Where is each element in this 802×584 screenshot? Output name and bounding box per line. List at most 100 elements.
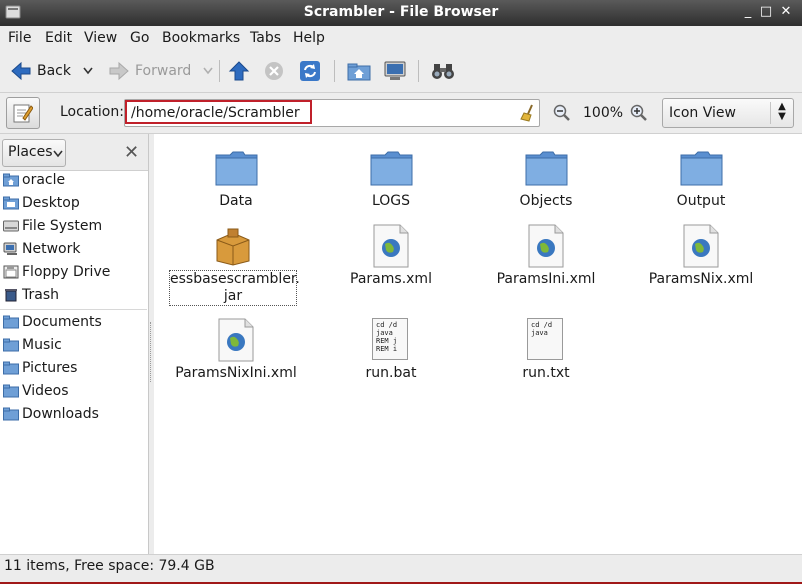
trash-icon <box>5 289 17 302</box>
desktop-folder-icon <box>3 196 19 210</box>
home-folder-icon <box>3 173 19 187</box>
title-bar: Scrambler - File Browser _ □ ✕ <box>0 0 802 26</box>
sidebar-item-documents[interactable]: Documents <box>0 312 147 334</box>
up-arrow-icon <box>228 61 250 81</box>
file-name: run.bat <box>365 365 417 381</box>
file-name: LOGS <box>371 193 411 209</box>
sidebar-item-file-system[interactable]: File System <box>0 216 147 238</box>
icon-view[interactable]: Data LOGS Objects Output essbasescramble… <box>154 134 802 554</box>
view-mode-select[interactable]: Icon View ▲ ▼ <box>662 98 794 128</box>
sidebar-item-label: Documents <box>22 314 102 330</box>
location-bar: Location: /home/oracle/Scrambler 100% Ic… <box>0 93 802 134</box>
folder-icon <box>3 407 19 421</box>
sidebar-item-label: Videos <box>22 383 69 399</box>
sidebar-item-pictures[interactable]: Pictures <box>0 358 147 380</box>
menu-bookmarks[interactable]: Bookmarks <box>162 30 240 46</box>
file-name: essbasescrambler. jar <box>169 270 300 306</box>
sidebar-item-label: Music <box>22 337 62 353</box>
menu-help[interactable]: Help <box>293 30 325 46</box>
sidebar-header: Places ✕ <box>0 134 148 171</box>
sidebar-item-downloads[interactable]: Downloads <box>0 404 147 426</box>
view-mode-value: Icon View <box>669 105 736 121</box>
menu-bar: File Edit View Go Bookmarks Tabs Help <box>0 26 802 50</box>
forward-label: Forward <box>135 63 192 79</box>
close-window-button[interactable]: ✕ <box>777 3 795 21</box>
file-name: Output <box>676 193 726 209</box>
folder-icon <box>3 384 19 398</box>
folder-icon <box>3 361 19 375</box>
file-name: Params.xml <box>350 271 432 287</box>
back-arrow-icon <box>11 61 31 81</box>
clear-broom-icon[interactable] <box>520 104 536 122</box>
sidebar-item-music[interactable]: Music <box>0 335 147 357</box>
minimize-button[interactable]: _ <box>739 3 757 21</box>
computer-button[interactable] <box>383 58 407 84</box>
places-label: Places <box>8 144 53 160</box>
menu-go[interactable]: Go <box>130 30 149 46</box>
home-button[interactable] <box>347 58 371 84</box>
places-dropdown[interactable]: Places <box>2 139 66 167</box>
status-text: 11 items, Free space: 79.4 GB <box>4 558 215 574</box>
toolbar-separator <box>219 60 220 82</box>
back-button[interactable]: Back <box>10 58 93 84</box>
close-sidebar-icon[interactable]: ✕ <box>124 142 139 163</box>
window-title: Scrambler - File Browser <box>303 4 499 20</box>
search-button[interactable] <box>431 58 455 84</box>
chevron-down-icon <box>53 150 63 158</box>
forward-button[interactable]: Forward <box>108 58 213 84</box>
sidebar-item-label: Desktop <box>22 195 80 211</box>
sidebar-item-label: File System <box>22 218 103 234</box>
sidebar-item-label: Floppy Drive <box>22 264 111 280</box>
up-button[interactable] <box>228 58 250 84</box>
pane-resize-handle[interactable] <box>150 322 153 382</box>
chevron-down-icon[interactable] <box>83 67 93 75</box>
file-name: Objects <box>519 193 573 209</box>
xml-document-icon <box>528 224 564 268</box>
package-icon <box>216 228 250 266</box>
toolbar: Back Forward <box>0 50 802 93</box>
xml-document-icon <box>683 224 719 268</box>
sidebar: Places ✕ oracle Desktop File System Netw… <box>0 134 149 554</box>
sidebar-item-oracle[interactable]: oracle <box>0 170 147 192</box>
sidebar-item-label: Network <box>22 241 81 257</box>
home-folder-icon <box>347 63 371 81</box>
back-label: Back <box>37 63 71 79</box>
menu-tabs[interactable]: Tabs <box>250 30 281 46</box>
maximize-button[interactable]: □ <box>757 3 775 21</box>
file-name: ParamsIni.xml <box>496 271 596 287</box>
stop-button[interactable] <box>263 58 285 84</box>
sidebar-item-network[interactable]: Network <box>0 239 147 261</box>
folder-icon <box>215 151 258 186</box>
binoculars-icon <box>432 64 454 79</box>
toolbar-separator <box>334 60 335 82</box>
text-document-icon: cd /d java REM j REM i <box>372 318 408 360</box>
status-bar: 11 items, Free space: 79.4 GB <box>0 554 802 584</box>
sidebar-item-desktop[interactable]: Desktop <box>0 193 147 215</box>
reload-icon <box>300 61 320 81</box>
zoom-in-icon[interactable] <box>630 104 648 122</box>
menu-file[interactable]: File <box>8 30 31 46</box>
location-highlight-box <box>125 100 312 124</box>
menu-edit[interactable]: Edit <box>45 30 72 46</box>
sidebar-item-floppy-drive[interactable]: Floppy Drive <box>0 262 147 284</box>
zoom-out-icon[interactable] <box>553 104 571 122</box>
zoom-level[interactable]: 100% <box>583 105 623 121</box>
sidebar-item-label: Trash <box>22 287 59 303</box>
sidebar-item-label: Pictures <box>22 360 78 376</box>
text-document-icon: cd /d java <box>527 318 563 360</box>
reload-button[interactable] <box>299 58 321 84</box>
menu-view[interactable]: View <box>84 30 117 46</box>
file-name: run.txt <box>522 365 570 381</box>
folder-icon <box>3 315 19 329</box>
select-arrows-icon: ▲ ▼ <box>770 102 793 124</box>
toggle-location-button[interactable] <box>6 97 40 129</box>
file-name: Data <box>219 193 253 209</box>
forward-arrow-icon <box>109 61 129 81</box>
sidebar-item-videos[interactable]: Videos <box>0 381 147 403</box>
sidebar-item-trash[interactable]: Trash <box>0 285 147 307</box>
folder-icon <box>3 338 19 352</box>
xml-document-icon <box>373 224 409 268</box>
chevron-down-icon[interactable] <box>203 67 213 75</box>
floppy-icon <box>3 265 19 279</box>
xml-document-icon <box>218 318 254 362</box>
